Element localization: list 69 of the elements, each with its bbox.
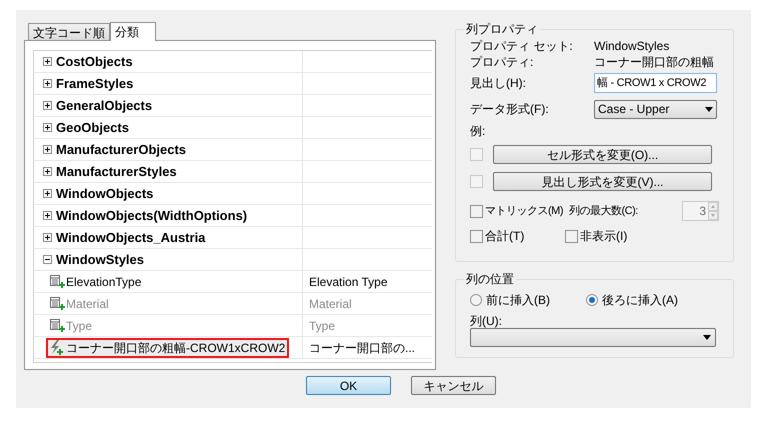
checkbox[interactable] bbox=[470, 204, 483, 218]
tree-group[interactable]: GeneralObjects bbox=[56, 96, 152, 116]
expand-icon[interactable] bbox=[43, 57, 52, 66]
checkbox[interactable] bbox=[470, 148, 483, 160]
radio-label: 前に挿入(B) bbox=[486, 292, 550, 309]
heading-input[interactable]: 幅 - CROW1 x CROW2 bbox=[594, 73, 717, 93]
max-columns-spinner[interactable]: 3 bbox=[682, 201, 719, 221]
tree-group[interactable]: WindowObjects(WidthOptions) bbox=[56, 206, 248, 226]
tree-group[interactable]: GeoObjects bbox=[56, 118, 129, 138]
property-name: コーナー開口部の粗幅-CROW1xCROW2 bbox=[66, 340, 286, 356]
checkbox-label: 非表示(I) bbox=[580, 228, 628, 245]
group-title: 列プロパティ bbox=[465, 21, 539, 38]
expand-icon[interactable] bbox=[43, 167, 52, 176]
column-dropdown[interactable] bbox=[470, 328, 716, 347]
field-label: プロパティ セット: bbox=[470, 38, 574, 55]
checkbox[interactable] bbox=[470, 230, 483, 242]
table-add-icon bbox=[50, 274, 65, 288]
field-label: プロパティ: bbox=[470, 54, 534, 71]
radio-button[interactable] bbox=[586, 294, 598, 306]
group-title: 列の位置 bbox=[465, 271, 515, 288]
expand-icon[interactable] bbox=[43, 101, 52, 110]
field-label: 見出し(H): bbox=[470, 75, 527, 92]
tree-group[interactable]: ManufacturerObjects bbox=[56, 140, 186, 160]
tree-group[interactable]: CostObjects bbox=[56, 52, 133, 72]
dialog-button[interactable]: キャンセル bbox=[411, 376, 496, 395]
property-value: コーナー開口部の... bbox=[309, 340, 416, 356]
property-item[interactable]: コーナー開口部の粗幅-CROW1xCROW2 bbox=[46, 338, 290, 358]
dropdown-arrow-icon bbox=[703, 335, 711, 340]
tree-group[interactable]: WindowObjects_Austria bbox=[56, 228, 206, 248]
data-format-dropdown[interactable]: Case - Upper bbox=[594, 100, 717, 118]
checkbox-label: マトリックス(M) bbox=[485, 204, 563, 219]
expand-icon[interactable] bbox=[43, 189, 52, 198]
tree-group[interactable]: WindowStyles bbox=[56, 250, 144, 270]
formula-icon bbox=[50, 340, 65, 356]
radio-button[interactable] bbox=[470, 294, 482, 306]
table-add-icon bbox=[50, 318, 65, 332]
field-value: WindowStyles bbox=[594, 38, 670, 55]
field-label: 例: bbox=[470, 123, 486, 140]
dropdown-arrow-icon bbox=[705, 106, 713, 112]
property-value: Material bbox=[309, 296, 352, 312]
checkbox[interactable] bbox=[565, 230, 578, 242]
radio-label: 後ろに挿入(A) bbox=[602, 292, 678, 309]
property-name: Material bbox=[66, 296, 109, 312]
checkbox[interactable] bbox=[470, 174, 483, 188]
checkbox-label: 合計(T) bbox=[485, 228, 526, 245]
change-cell-format-button[interactable]: セル形式を変更(O)... bbox=[493, 144, 712, 164]
property-name: Type bbox=[66, 318, 92, 334]
property-value: Elevation Type bbox=[309, 274, 388, 290]
tree-group[interactable]: FrameStyles bbox=[56, 74, 134, 94]
expand-icon[interactable] bbox=[43, 145, 52, 154]
expand-icon[interactable] bbox=[43, 211, 52, 220]
dialog-button[interactable]: OK bbox=[306, 376, 391, 395]
change-heading-format-button[interactable]: 見出し形式を変更(V)... bbox=[493, 172, 712, 190]
field-label: 列(U): bbox=[470, 313, 503, 328]
table-add-icon bbox=[50, 296, 65, 310]
tree-group[interactable]: ManufacturerStyles bbox=[56, 162, 177, 182]
expand-icon[interactable] bbox=[43, 233, 52, 242]
property-value: Type bbox=[309, 318, 336, 334]
field-value: コーナー開口部の粗幅 bbox=[594, 54, 714, 71]
property-item[interactable]: ElevationType bbox=[46, 272, 146, 292]
tab[interactable]: 文字コード順 bbox=[28, 23, 110, 40]
tab[interactable]: 分類 bbox=[110, 22, 156, 41]
field-label: データ形式(F): bbox=[470, 101, 550, 118]
expand-icon[interactable] bbox=[43, 123, 52, 132]
expand-icon[interactable] bbox=[43, 79, 52, 88]
tree-group[interactable]: WindowObjects bbox=[56, 184, 154, 204]
collapse-icon[interactable] bbox=[43, 255, 52, 264]
property-name: ElevationType bbox=[66, 274, 142, 290]
field-label: 列の最大数(C): bbox=[569, 204, 638, 219]
